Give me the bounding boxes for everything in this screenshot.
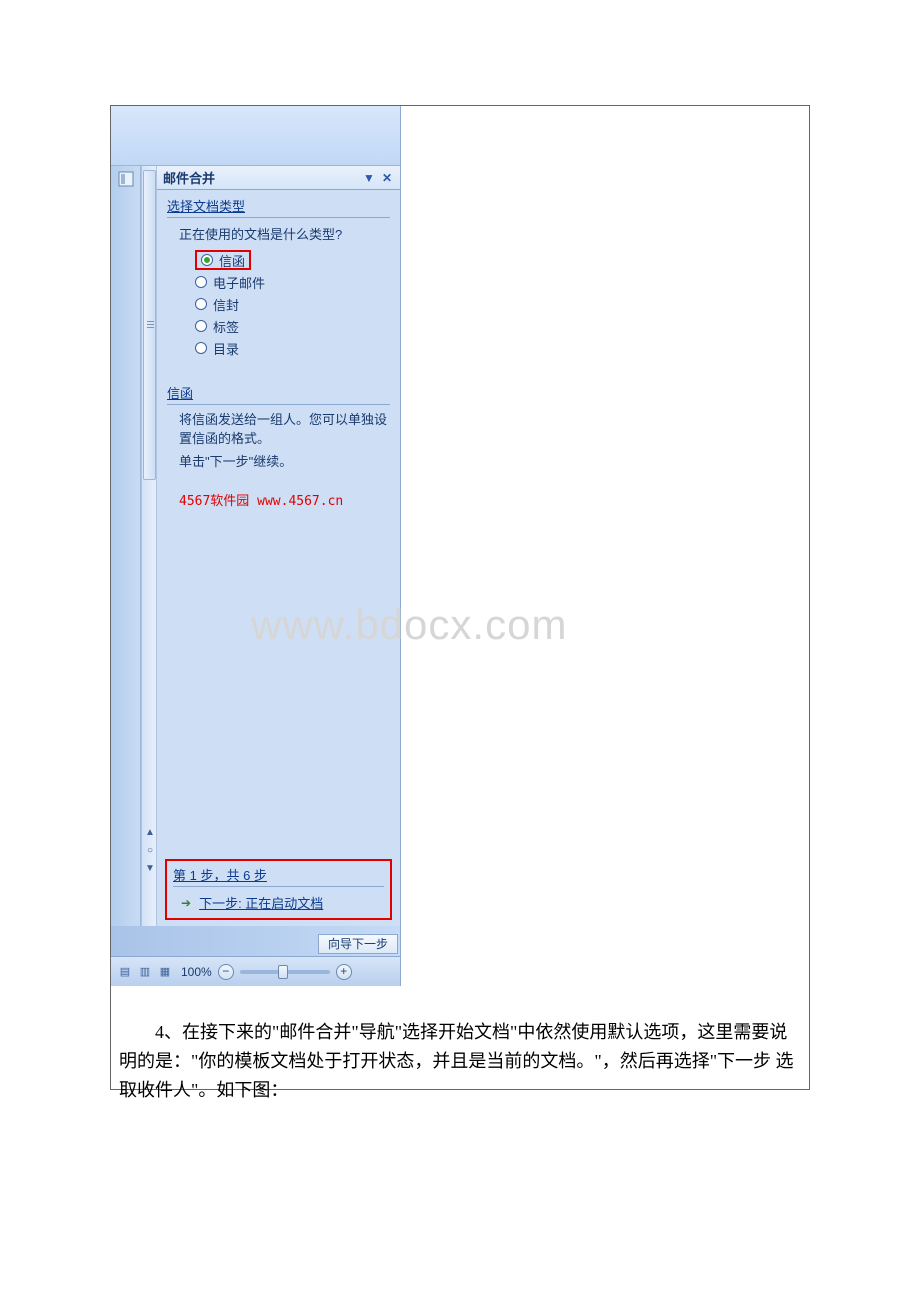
browse-object-icon[interactable]: ○ xyxy=(144,842,156,860)
browse-object-controls[interactable]: ▲ ○ ▼ xyxy=(144,824,156,878)
highlight-letter-option: 信函 xyxy=(195,250,251,270)
word-task-pane-screenshot: ▲ ○ ▼ 邮件合并 ▼ ✕ 选择文档类型 正在使用的文档是什么类型? xyxy=(111,106,401,986)
ruler-gutter xyxy=(111,166,141,926)
zoom-controls: 100% − + xyxy=(181,964,394,980)
section-select-doc-type: 选择文档类型 xyxy=(167,196,390,218)
web-layout-view-icon[interactable]: ▦ xyxy=(157,964,173,980)
dropdown-icon[interactable]: ▼ xyxy=(362,171,376,185)
instruction-paragraph: 4、在接下来的"邮件合并"导航"选择开始文档"中依然使用默认选项，这里需要说明的… xyxy=(119,1018,801,1104)
zoom-in-button[interactable]: + xyxy=(336,964,352,980)
zoom-slider-knob[interactable] xyxy=(278,965,288,979)
pane-title: 邮件合并 xyxy=(163,168,358,187)
page-watermark: www.bdocx.com xyxy=(251,601,567,649)
radio-label: 标签 xyxy=(213,317,239,336)
radio-letter[interactable]: 信函 xyxy=(195,249,390,271)
wizard-next-button[interactable]: 向导下一步 xyxy=(318,934,398,954)
doc-type-question: 正在使用的文档是什么类型? xyxy=(179,224,390,243)
radio-label: 信封 xyxy=(213,295,239,314)
radio-label[interactable]: 标签 xyxy=(195,315,390,337)
next-step-link[interactable]: ➔ 下一步: 正在启动文档 xyxy=(181,893,384,912)
doc-type-radio-group: 信函 电子邮件 信封 标签 xyxy=(195,249,390,359)
arrow-right-icon: ➔ xyxy=(181,896,191,910)
radio-label: 目录 xyxy=(213,339,239,358)
letter-description: 将信函发送给一组人。您可以单独设置信函的格式。 xyxy=(179,411,390,449)
radio-email[interactable]: 电子邮件 xyxy=(195,271,390,293)
radio-icon xyxy=(195,320,207,332)
ribbon-strip xyxy=(111,106,400,166)
next-step-label[interactable]: 下一步: 正在启动文档 xyxy=(199,893,323,912)
radio-icon xyxy=(195,342,207,354)
pane-header: 邮件合并 ▼ ✕ xyxy=(157,166,400,190)
zoom-slider[interactable] xyxy=(240,970,330,974)
letter-next-hint: 单击"下一步"继续。 xyxy=(179,453,390,472)
step-progress-text: 第 1 步，共 6 步 xyxy=(173,865,384,887)
radio-label: 信函 xyxy=(219,251,245,270)
prev-page-icon[interactable]: ▲ xyxy=(144,824,156,842)
mail-merge-pane: 邮件合并 ▼ ✕ 选择文档类型 正在使用的文档是什么类型? 信函 xyxy=(157,166,400,926)
radio-icon xyxy=(195,276,207,288)
vertical-scrollbar[interactable]: ▲ ○ ▼ xyxy=(141,166,157,926)
pane-toggle-icon[interactable] xyxy=(118,171,134,187)
zoom-percent[interactable]: 100% xyxy=(181,965,212,979)
full-screen-view-icon[interactable]: ▥ xyxy=(137,964,153,980)
view-mode-buttons[interactable]: ▤ ▥ ▦ xyxy=(117,964,173,980)
pane-body: 选择文档类型 正在使用的文档是什么类型? 信函 电子邮件 xyxy=(157,190,400,515)
radio-label: 电子邮件 xyxy=(213,273,265,292)
status-bar: ▤ ▥ ▦ 100% − + xyxy=(111,956,400,986)
source-watermark: 4567软件园 www.4567.cn xyxy=(179,490,390,509)
document-page-frame: ▲ ○ ▼ 邮件合并 ▼ ✕ 选择文档类型 正在使用的文档是什么类型? xyxy=(110,105,810,1090)
radio-icon xyxy=(195,298,207,310)
scrollbar-thumb[interactable] xyxy=(143,170,156,480)
zoom-out-button[interactable]: − xyxy=(218,964,234,980)
close-icon[interactable]: ✕ xyxy=(380,171,394,185)
radio-envelope[interactable]: 信封 xyxy=(195,293,390,315)
section-letter-heading: 信函 xyxy=(167,383,390,405)
step-footer-highlight: 第 1 步，共 6 步 ➔ 下一步: 正在启动文档 xyxy=(165,859,392,920)
print-layout-view-icon[interactable]: ▤ xyxy=(117,964,133,980)
radio-directory[interactable]: 目录 xyxy=(195,337,390,359)
radio-icon xyxy=(201,254,213,266)
next-page-icon[interactable]: ▼ xyxy=(144,860,156,878)
